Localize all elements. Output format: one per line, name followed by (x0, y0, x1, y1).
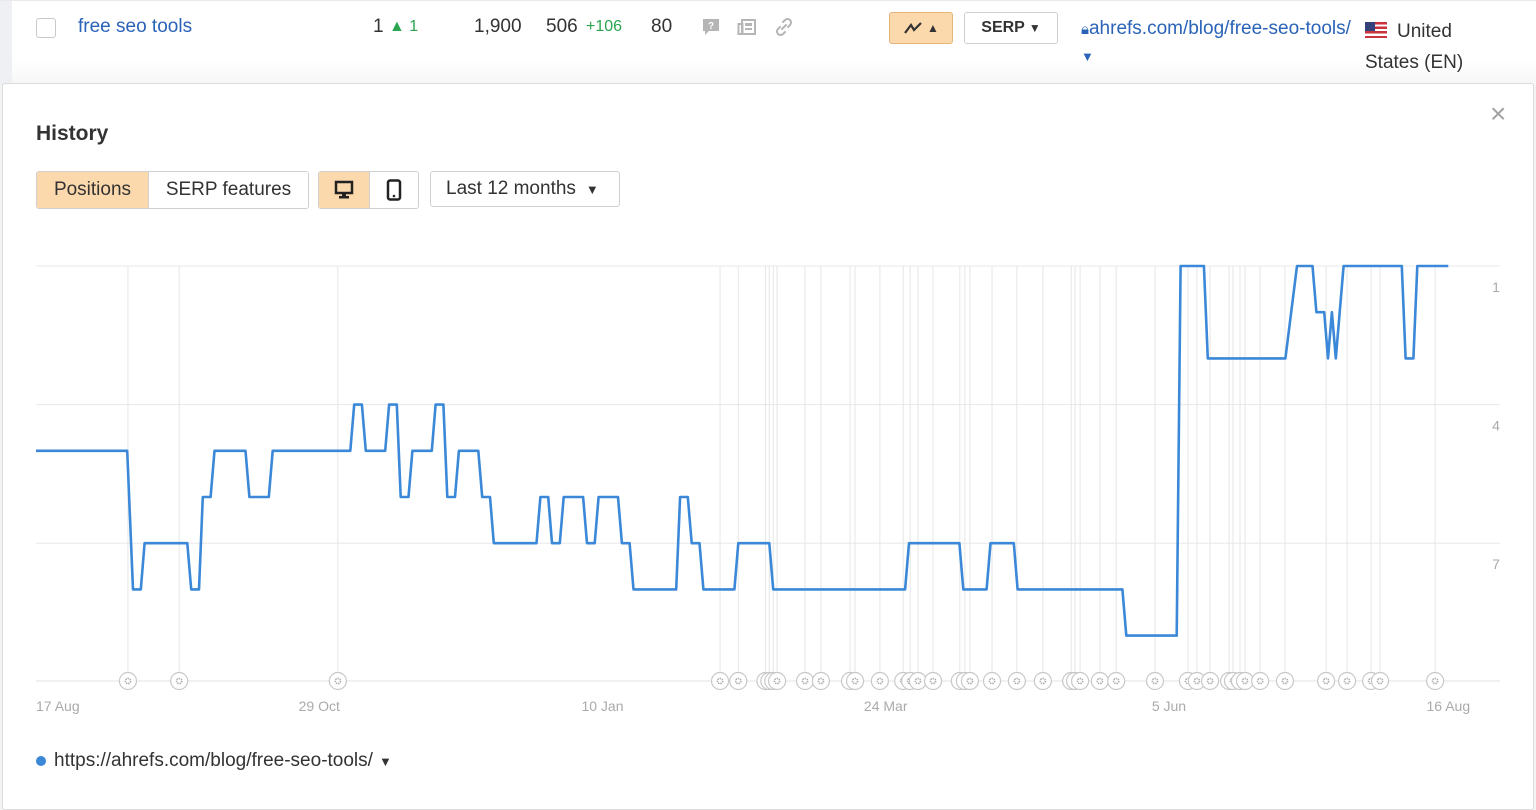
kd-value: 80 (651, 16, 673, 37)
news-icon (737, 17, 757, 37)
trend-chart-icon (904, 22, 922, 34)
legend-label: https://ahrefs.com/blog/free-seo-tools/ (54, 750, 373, 771)
tab-positions[interactable]: Positions (37, 172, 149, 208)
volume-value: 1,900 (474, 16, 522, 37)
us-flag-icon (1365, 22, 1387, 38)
chart-mode-tabs: Positions SERP features (36, 171, 309, 209)
row-gutter (0, 1, 12, 85)
caret-down-icon: ▼ (1028, 21, 1041, 35)
mobile-button[interactable] (370, 172, 418, 208)
legend-item[interactable]: https://ahrefs.com/blog/free-seo-tools/ … (36, 750, 392, 772)
desktop-icon (334, 180, 354, 199)
question-icon: ? (701, 17, 721, 37)
keyword-row: free seo tools 1 ▲ 1 1,900 506 +106 80 ?… (0, 0, 1536, 85)
row-checkbox[interactable] (36, 18, 56, 38)
traffic-value: 506 (546, 16, 578, 37)
device-toggle (318, 171, 419, 209)
ranking-url-link[interactable]: 🔒︎ahrefs.com/blog/free-seo-tools/ ▼ (1081, 16, 1351, 70)
history-toggle-button[interactable]: ▲ (889, 12, 953, 44)
close-icon[interactable]: × (1490, 100, 1506, 128)
position-value: 1 (373, 16, 384, 37)
lock-icon: 🔒︎ (1081, 21, 1089, 38)
caret-down-icon: ▼ (378, 753, 392, 769)
period-dropdown[interactable]: Last 12 months ▼ (430, 171, 620, 207)
keyword-link[interactable]: free seo tools (78, 16, 192, 38)
period-label: Last 12 months (446, 178, 576, 199)
mobile-icon (386, 179, 402, 201)
link-icon[interactable] (774, 17, 794, 37)
panel-title: History (36, 122, 109, 145)
traffic-change: +106 (586, 18, 623, 35)
caret-up-icon: ▲ (927, 21, 939, 35)
svg-text:?: ? (708, 21, 714, 32)
legend-dot (36, 756, 46, 766)
ranking-url: ahrefs.com/blog/free-seo-tools/ (1088, 18, 1351, 39)
desktop-button[interactable] (319, 172, 370, 208)
country: United States (EN) (1365, 16, 1485, 78)
serp-button-label: SERP (981, 19, 1025, 36)
caret-down-icon: ▼ (1081, 49, 1094, 64)
tab-serp-features[interactable]: SERP features (149, 172, 308, 208)
caret-down-icon: ▼ (585, 181, 599, 197)
position-change: ▲ 1 (389, 18, 419, 35)
serp-button[interactable]: SERP ▼ (964, 12, 1058, 44)
